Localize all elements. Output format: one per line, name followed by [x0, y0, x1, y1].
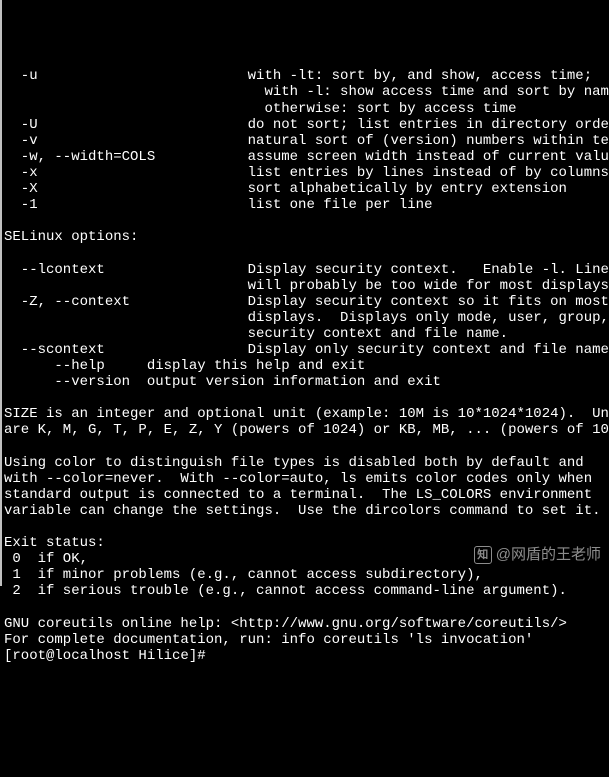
- terminal-line: SELinux options:: [4, 229, 607, 245]
- terminal-line: [root@localhost Hilice]#: [4, 648, 607, 664]
- terminal-line: variable can change the settings. Use th…: [4, 503, 607, 519]
- terminal-line: with -l: show access time and sort by na…: [4, 84, 607, 100]
- terminal-line: For complete documentation, run: info co…: [4, 632, 607, 648]
- terminal-line: will probably be too wide for most displ…: [4, 278, 607, 294]
- terminal-line: -u with -lt: sort by, and show, access t…: [4, 68, 607, 84]
- terminal-output: -u with -lt: sort by, and show, access t…: [4, 68, 607, 663]
- terminal-line: --help display this help and exit: [4, 358, 607, 374]
- terminal-line: [4, 439, 607, 455]
- terminal-line: -w, --width=COLS assume screen width ins…: [4, 149, 607, 165]
- terminal-line: [4, 213, 607, 229]
- terminal-line: -1 list one file per line: [4, 197, 607, 213]
- terminal-line: -v natural sort of (version) numbers wit…: [4, 133, 607, 149]
- terminal-line: 0 if OK,: [4, 551, 607, 567]
- terminal-line: [4, 245, 607, 261]
- terminal-line: standard output is connected to a termin…: [4, 487, 607, 503]
- terminal-line: [4, 599, 607, 615]
- terminal-line: -X sort alphabetically by entry extensio…: [4, 181, 607, 197]
- terminal-line: Exit status:: [4, 535, 607, 551]
- terminal-line: with --color=never. With --color=auto, l…: [4, 471, 607, 487]
- terminal-line: -x list entries by lines instead of by c…: [4, 165, 607, 181]
- terminal-line: [4, 390, 607, 406]
- terminal-line: --lcontext Display security context. Ena…: [4, 262, 607, 278]
- terminal-line: are K, M, G, T, P, E, Z, Y (powers of 10…: [4, 422, 607, 438]
- terminal-line: 1 if minor problems (e.g., cannot access…: [4, 567, 607, 583]
- terminal-line: SIZE is an integer and optional unit (ex…: [4, 406, 607, 422]
- terminal-line: --version output version information and…: [4, 374, 607, 390]
- terminal-line: -Z, --context Display security context s…: [4, 294, 607, 310]
- terminal-line: GNU coreutils online help: <http://www.g…: [4, 616, 607, 632]
- terminal-line: otherwise: sort by access time: [4, 101, 607, 117]
- terminal-line: security context and file name.: [4, 326, 607, 342]
- terminal-line: Using color to distinguish file types is…: [4, 455, 607, 471]
- terminal-line: -U do not sort; list entries in director…: [4, 117, 607, 133]
- terminal-line: --scontext Display only security context…: [4, 342, 607, 358]
- terminal-line: [4, 519, 607, 535]
- terminal-line: displays. Displays only mode, user, grou…: [4, 310, 607, 326]
